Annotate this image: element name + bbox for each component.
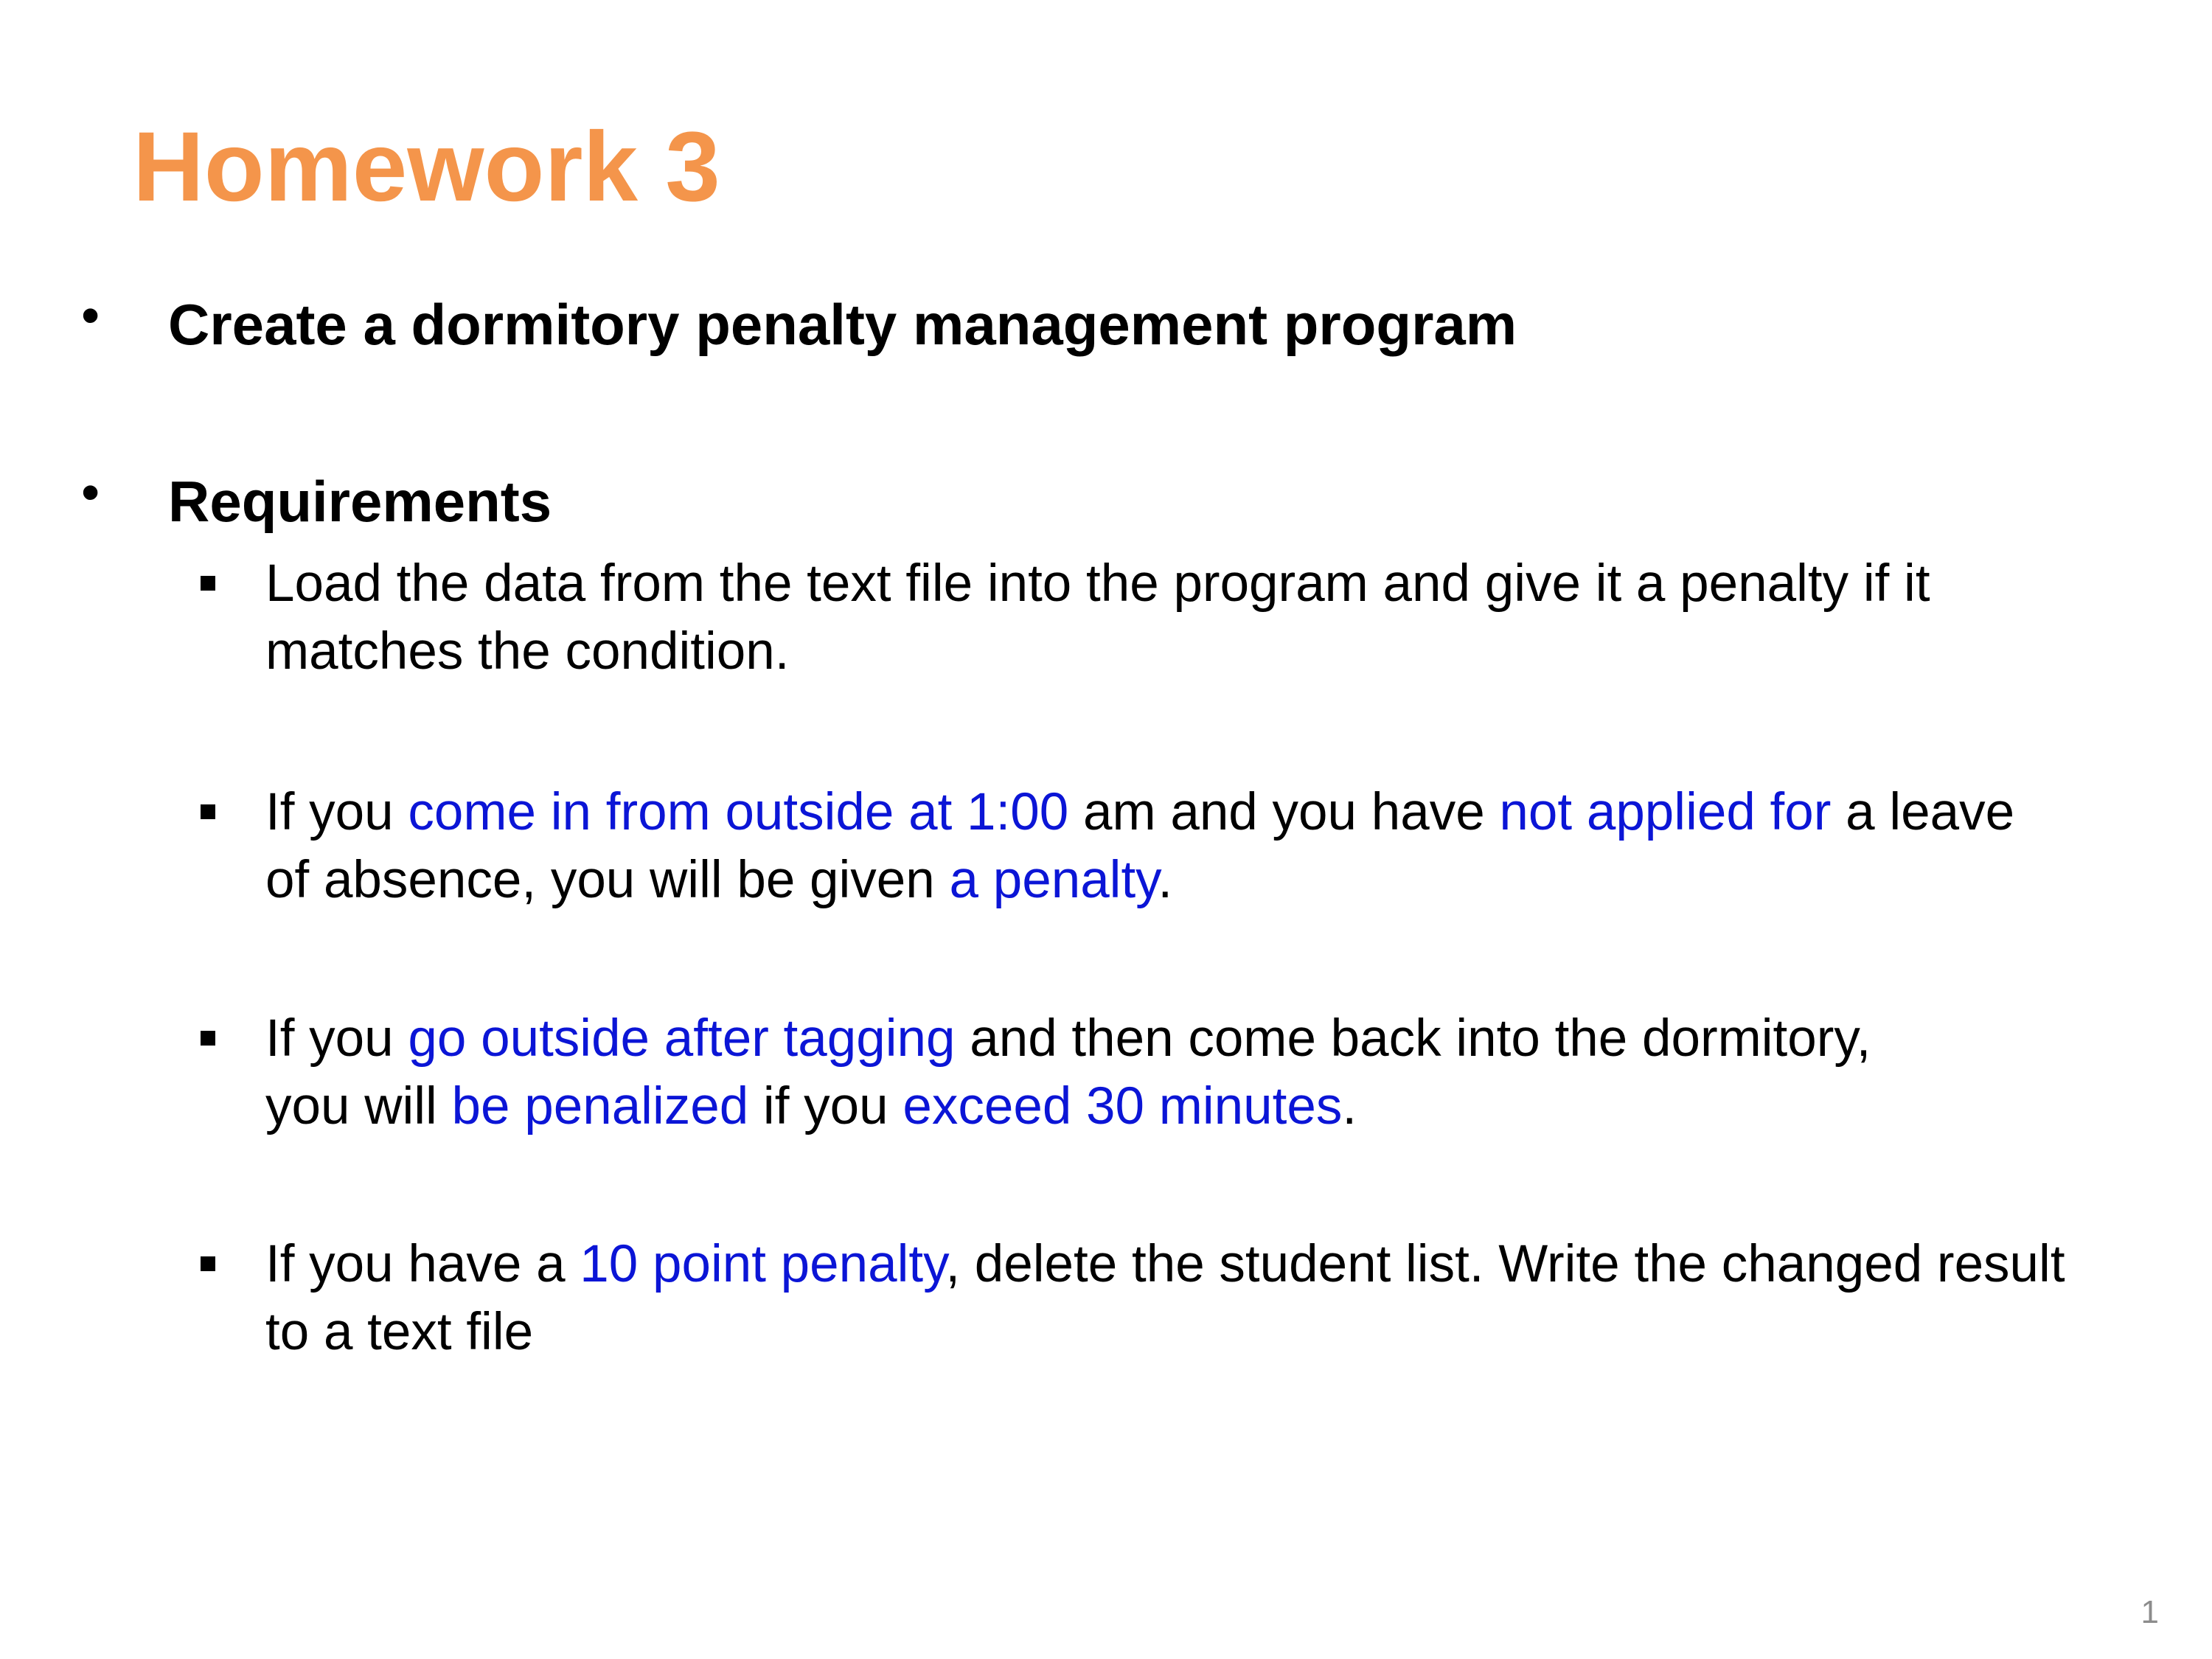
highlight-text: not applied for — [1499, 783, 1832, 841]
bullet-marker: • — [81, 286, 100, 345]
highlight-text: exceed 30 minutes — [902, 1077, 1343, 1135]
bullet-marker: • — [81, 463, 100, 522]
square-bullet-icon — [201, 576, 215, 591]
requirement-ten-point: If you have a 10 point penalty, delete t… — [265, 1231, 2212, 1366]
text-segment: and then come back into the dormitory, — [955, 1009, 1871, 1068]
text-segment: If you have a — [265, 1235, 580, 1293]
text-segment: if you — [748, 1077, 903, 1135]
square-bullet-icon — [201, 1256, 215, 1271]
text-segment: . — [1158, 851, 1173, 909]
text-segment: am and you have — [1068, 783, 1500, 841]
bullet-requirements: Requirements — [168, 469, 552, 534]
text-segment: of absence, you will be given — [265, 851, 950, 909]
requirement-line: matches the condition. — [265, 622, 790, 681]
square-bullet-icon — [201, 804, 215, 819]
highlight-text: 10 point penalty — [580, 1235, 946, 1293]
highlight-text: come in from outside at 1:00 — [408, 783, 1069, 841]
text-segment: . — [1342, 1077, 1357, 1135]
highlight-text: a penalty — [949, 851, 1158, 909]
page-number: 1 — [2140, 1594, 2159, 1630]
highlight-text: be penalized — [451, 1077, 749, 1135]
bullet-create-program: Create a dormitory penalty management pr… — [168, 292, 1517, 357]
slide-title: Homework 3 — [133, 112, 720, 222]
text-segment: you will — [265, 1077, 452, 1135]
text-segment: , delete the student list. Write the cha… — [945, 1235, 2065, 1293]
text-segment: If you — [265, 1009, 408, 1068]
requirement-tag-out: If you go outside after tagging and then… — [265, 1005, 2212, 1141]
text-segment: If you — [265, 783, 408, 841]
square-bullet-icon — [201, 1031, 215, 1046]
text-segment: a leave — [1831, 783, 2015, 841]
text-segment: to a text file — [265, 1303, 534, 1361]
highlight-text: go outside after tagging — [408, 1009, 956, 1068]
requirement-line: Load the data from the text file into th… — [265, 554, 1930, 613]
requirement-load-data: Load the data from the text file into th… — [265, 550, 2212, 686]
slide: Homework 3 • Create a dormitory penalty … — [0, 0, 2212, 1659]
requirement-late-entry: If you come in from outside at 1:00 am a… — [265, 779, 2212, 914]
